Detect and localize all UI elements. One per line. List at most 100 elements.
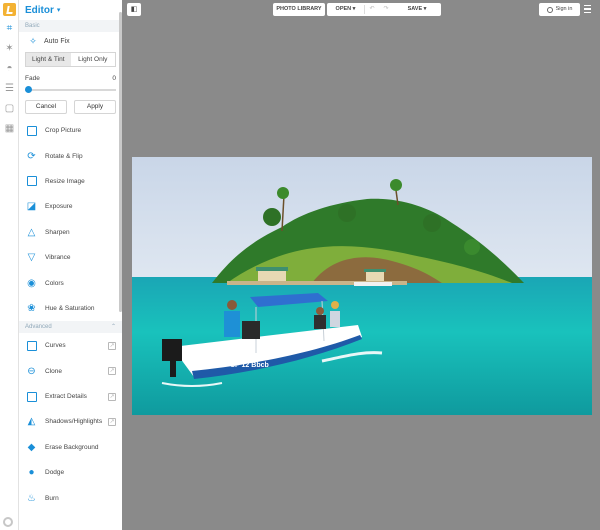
- panel-header[interactable]: Editor ▾: [19, 0, 122, 20]
- curves-icon: [25, 339, 38, 352]
- auto-fix-item[interactable]: ✧ Auto Fix: [19, 32, 122, 50]
- tool-vibrance[interactable]: ▽ Vibrance: [19, 245, 122, 270]
- texture-icon[interactable]: ▦: [3, 122, 16, 135]
- panel-scrollbar[interactable]: [119, 12, 122, 312]
- resize-icon: [25, 175, 38, 188]
- tool-label: Erase Background: [45, 443, 99, 451]
- tool-label: Hue & Saturation: [45, 304, 95, 312]
- burn-icon: ♨: [27, 492, 36, 504]
- file-toolbar: OPEN ▾ ↶ ↷ SAVE ▾: [327, 3, 441, 16]
- magic-wand-icon[interactable]: ✶: [3, 42, 16, 55]
- tool-label: Curves: [45, 342, 66, 350]
- editor-panel: Editor ▾ Basic ✧ Auto Fix Light & Tint L…: [19, 0, 122, 530]
- open-button[interactable]: OPEN ▾: [327, 3, 364, 16]
- chevron-up-icon: ⌃: [110, 324, 116, 331]
- app-logo[interactable]: [3, 3, 16, 16]
- vibrance-icon: ▽: [27, 252, 36, 264]
- save-label: SAVE: [407, 6, 423, 12]
- apply-button[interactable]: Apply: [74, 100, 116, 114]
- fade-slider[interactable]: [25, 86, 116, 94]
- cancel-button[interactable]: Cancel: [25, 100, 67, 114]
- undo-icon[interactable]: ↶: [365, 3, 379, 16]
- sign-in-label: Sign in: [555, 6, 573, 12]
- auto-fix-label: Auto Fix: [44, 37, 70, 45]
- tool-exposure[interactable]: ◪ Exposure: [19, 194, 122, 219]
- tool-hue-saturation[interactable]: ❀ Hue & Saturation: [19, 296, 122, 321]
- fade-row: Fade 0: [19, 69, 122, 82]
- tool-clone[interactable]: ⊖ Clone ↗: [19, 359, 122, 384]
- section-basic: Basic: [19, 20, 122, 32]
- tool-label: Resize Image: [45, 177, 85, 185]
- sticker-icon[interactable]: ◓: [3, 62, 16, 75]
- sign-in-button[interactable]: Sign in: [539, 3, 580, 16]
- premium-lock-icon: ↗: [108, 341, 116, 350]
- canvas-photo[interactable]: CP 12 Bbcb: [132, 157, 592, 415]
- extract-details-icon: [25, 390, 38, 403]
- sharpen-icon: △: [27, 226, 36, 238]
- redo-icon[interactable]: ↷: [379, 3, 393, 16]
- mode-toggle: Light & Tint Light Only: [25, 52, 116, 67]
- action-buttons: Cancel Apply: [19, 94, 122, 118]
- tool-rotate-flip[interactable]: ⟳ Rotate & Flip: [19, 143, 122, 168]
- tool-label: Shadows/Highlights: [45, 418, 103, 426]
- tool-extract-details[interactable]: Extract Details ↗: [19, 384, 122, 409]
- settings-ring-icon[interactable]: [3, 517, 13, 527]
- tool-label: Dodge: [45, 469, 65, 477]
- user-icon: [546, 6, 553, 13]
- hamburger-menu-icon[interactable]: [584, 5, 591, 13]
- exposure-icon: ◪: [26, 201, 37, 213]
- open-label: OPEN: [335, 6, 352, 12]
- crop-icon: [25, 124, 38, 137]
- rotate-icon: ⟳: [27, 150, 36, 162]
- tool-sharpen[interactable]: △ Sharpen: [19, 220, 122, 245]
- premium-lock-icon: ↗: [108, 392, 116, 401]
- tool-burn[interactable]: ♨ Burn: [19, 485, 122, 510]
- tool-label: Vibrance: [45, 254, 71, 262]
- tab-light-tint[interactable]: Light & Tint: [26, 53, 71, 66]
- tool-dodge[interactable]: ● Dodge: [19, 460, 122, 485]
- tool-rail: ⌗ ✶ ◓ ☰ ▢ ▦: [0, 0, 19, 530]
- photo-library-button[interactable]: PHOTO LIBRARY: [273, 3, 325, 16]
- panel-toggle-icon[interactable]: ◧: [127, 3, 141, 16]
- clone-icon: ⊖: [27, 365, 36, 377]
- tool-curves[interactable]: Curves ↗: [19, 333, 122, 358]
- slider-track: [25, 89, 116, 91]
- tool-shadows-highlights[interactable]: ◭ Shadows/Highlights ↗: [19, 409, 122, 434]
- panel-title: Editor: [25, 4, 54, 16]
- erase-background-icon: ◆: [27, 441, 36, 453]
- fade-value: 0: [112, 75, 116, 82]
- auto-fix-icon: ✧: [29, 35, 37, 46]
- layers-icon[interactable]: ☰: [3, 82, 16, 95]
- section-basic-label: Basic: [25, 23, 40, 29]
- premium-lock-icon: ↗: [108, 367, 116, 376]
- boat-registration-text: CP 12 Bbcb: [230, 362, 269, 369]
- chevron-down-icon: ▾: [56, 7, 61, 14]
- tool-erase-background[interactable]: ◆ Erase Background: [19, 435, 122, 460]
- tool-resize-image[interactable]: Resize Image: [19, 169, 122, 194]
- fade-label: Fade: [25, 75, 40, 82]
- tool-label: Exposure: [45, 203, 73, 211]
- tool-label: Rotate & Flip: [45, 152, 83, 160]
- frame-icon[interactable]: ▢: [3, 102, 16, 115]
- hue-icon: ❀: [27, 302, 36, 314]
- tab-light-only[interactable]: Light Only: [71, 53, 116, 66]
- tool-label: Clone: [45, 367, 62, 375]
- top-bar: ◧ PHOTO LIBRARY OPEN ▾ ↶ ↷ SAVE ▾ Sign i…: [122, 0, 600, 20]
- section-advanced-label: Advanced: [25, 324, 52, 331]
- tool-label: Extract Details: [45, 393, 87, 401]
- tool-label: Crop Picture: [45, 127, 82, 135]
- tool-label: Colors: [45, 279, 64, 287]
- tool-label: Burn: [45, 494, 59, 502]
- slider-handle[interactable]: [25, 86, 32, 93]
- tool-colors[interactable]: ◉ Colors: [19, 270, 122, 295]
- premium-lock-icon: ↗: [108, 417, 116, 426]
- shadows-highlights-icon: ◭: [27, 416, 36, 428]
- tool-list: Crop Picture ⟳ Rotate & Flip Resize Imag…: [19, 118, 122, 321]
- tool-label: Sharpen: [45, 228, 70, 236]
- tool-crop-picture[interactable]: Crop Picture: [19, 118, 122, 143]
- colors-icon: ◉: [27, 277, 36, 289]
- save-button[interactable]: SAVE ▾: [393, 3, 441, 16]
- dodge-icon: ●: [28, 467, 35, 479]
- crop-tool-icon[interactable]: ⌗: [3, 22, 16, 35]
- section-advanced[interactable]: Advanced ⌃: [19, 321, 122, 334]
